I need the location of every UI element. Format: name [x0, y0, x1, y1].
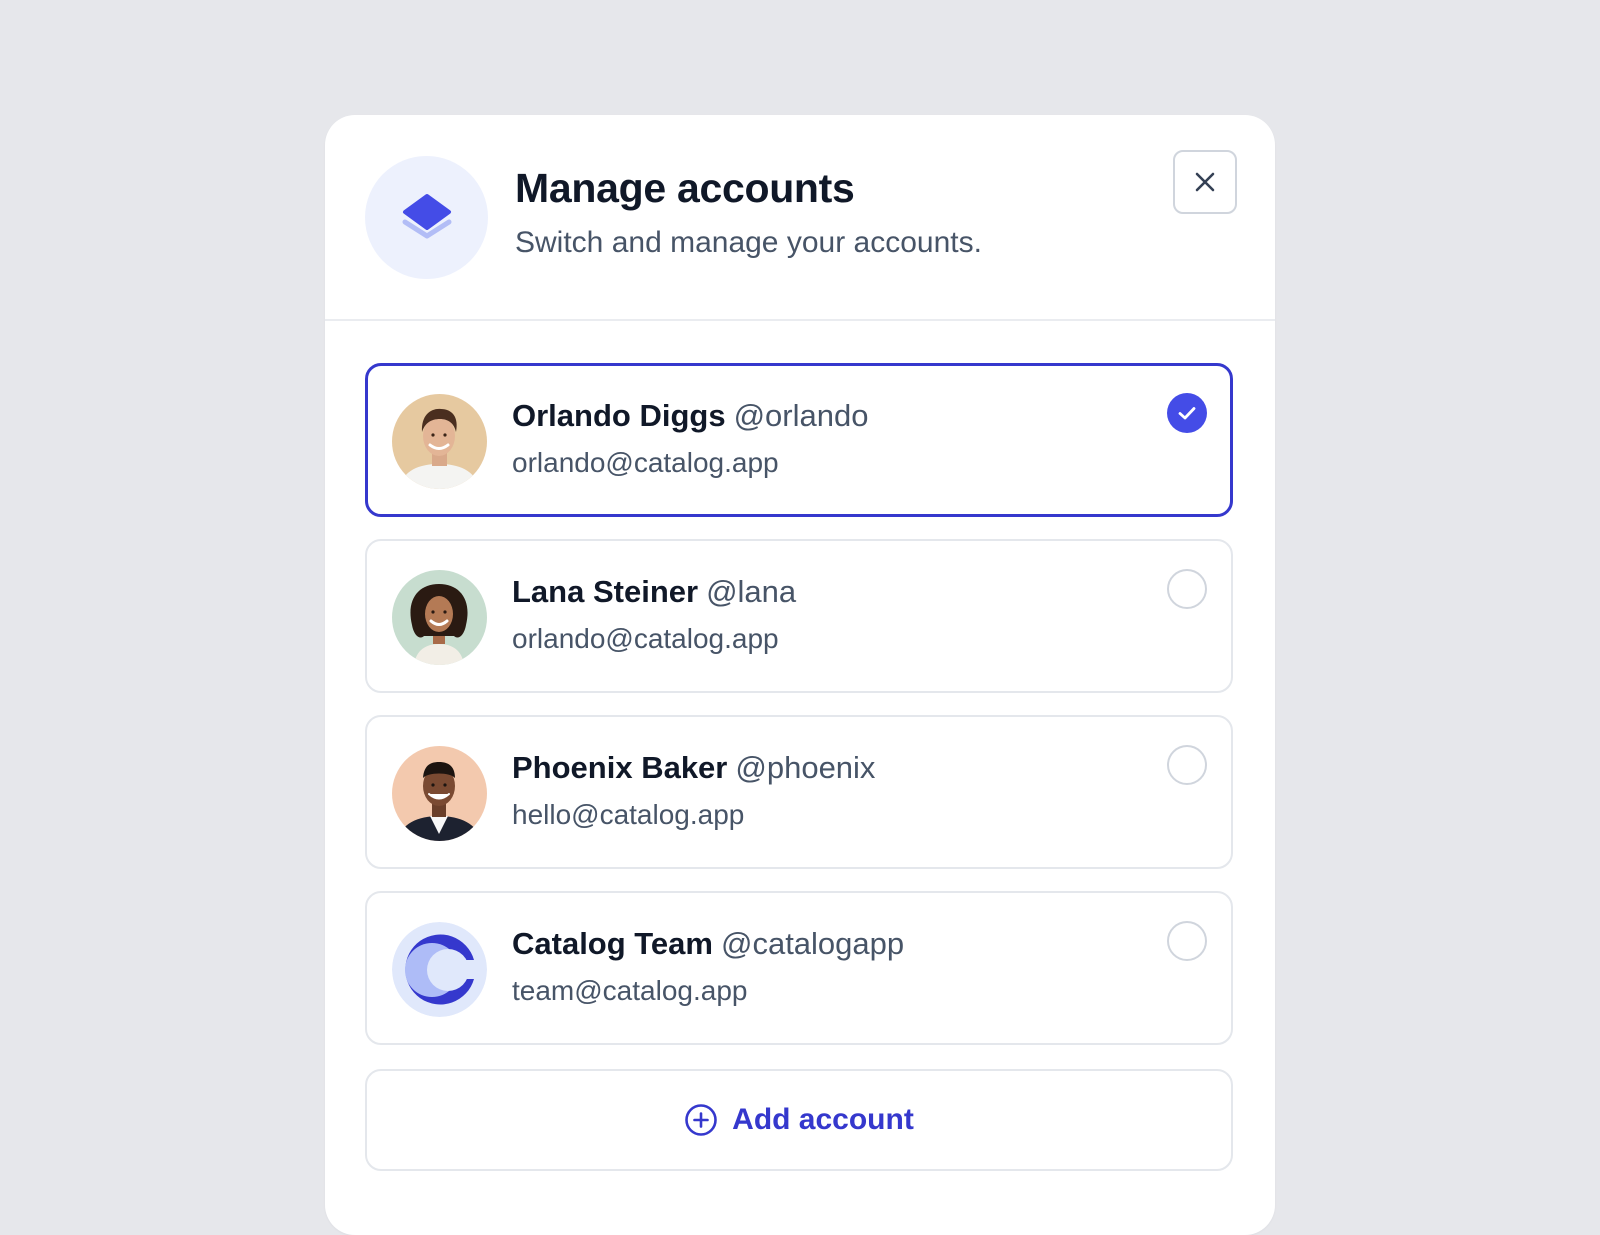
account-name: Lana Steiner	[512, 574, 699, 609]
manage-accounts-modal: Manage accounts Switch and manage your a…	[325, 115, 1275, 1235]
close-button[interactable]	[1173, 150, 1237, 214]
plus-circle-icon	[685, 1104, 717, 1136]
modal-title: Manage accounts	[515, 165, 855, 211]
account-handle: @catalogapp	[720, 926, 905, 961]
modal-header: Manage accounts Switch and manage your a…	[325, 115, 1275, 321]
account-card-orlando[interactable]: Orlando Diggs @orlando orlando@catalog.ap…	[365, 363, 1233, 517]
add-account-label: Add account	[732, 1103, 914, 1136]
account-handle: @phoenix	[735, 750, 876, 785]
avatar	[392, 746, 487, 841]
avatar	[392, 394, 487, 489]
layers-icon	[365, 156, 488, 279]
account-name: Catalog Team	[512, 926, 713, 961]
account-name-line: Phoenix Baker @phoenix	[512, 750, 875, 786]
check-circle-icon[interactable]	[1167, 393, 1207, 433]
account-card-catalog[interactable]: Catalog Team @catalogapp team@catalog.app	[365, 891, 1233, 1045]
catalog-logo	[392, 922, 487, 1017]
account-email: orlando@catalog.app	[512, 447, 779, 478]
radio-button[interactable]	[1167, 569, 1207, 609]
account-name-line: Catalog Team @catalogapp	[512, 926, 904, 962]
account-handle: @lana	[706, 574, 797, 609]
account-handle: @orlando	[733, 398, 869, 433]
account-name: Orlando Diggs	[512, 398, 726, 433]
radio-button[interactable]	[1167, 921, 1207, 961]
account-email: team@catalog.app	[512, 975, 748, 1006]
account-card-phoenix[interactable]: Phoenix Baker @phoenix hello@catalog.app	[365, 715, 1233, 869]
radio-button[interactable]	[1167, 745, 1207, 785]
account-email: hello@catalog.app	[512, 799, 745, 830]
account-name-line: Orlando Diggs @orlando	[512, 398, 868, 434]
account-name: Phoenix Baker	[512, 750, 728, 785]
add-account-button[interactable]: Add account	[365, 1069, 1233, 1171]
modal-subtitle: Switch and manage your accounts.	[515, 226, 982, 259]
account-email: orlando@catalog.app	[512, 623, 779, 654]
close-icon	[1195, 172, 1215, 192]
account-card-lana[interactable]: Lana Steiner @lana orlando@catalog.app	[365, 539, 1233, 693]
avatar	[392, 570, 487, 665]
account-name-line: Lana Steiner @lana	[512, 574, 796, 610]
